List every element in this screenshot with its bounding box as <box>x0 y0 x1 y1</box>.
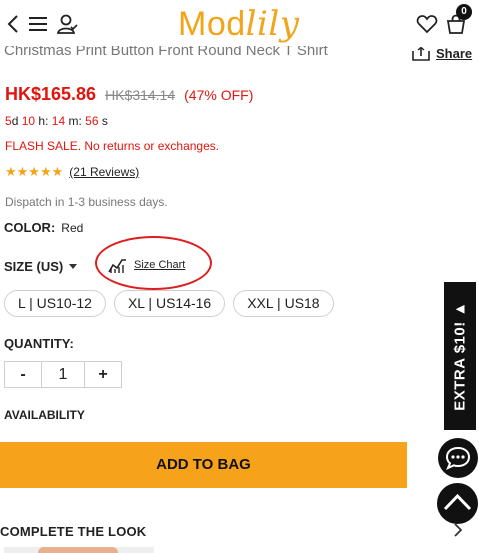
flash-sale-note: FLASH SALE. No returns or exchanges. <box>5 139 220 153</box>
complete-the-look-heading: COMPLETE THE LOOK <box>0 524 147 539</box>
sale-countdown: 5d 10 h: 14 m: 56 s <box>5 114 108 128</box>
logo-text-part1: Mod <box>178 5 246 43</box>
size-options: L | US10-12 XL | US14-16 XXL | US18 <box>4 290 334 317</box>
dispatch-info: Dispatch in 1-3 business days. <box>5 195 168 209</box>
color-value: Red <box>61 221 84 235</box>
quantity-stepper: - 1 + <box>4 361 122 388</box>
quantity-label: QUANTITY: <box>4 336 74 351</box>
qty-decrease-button[interactable]: - <box>4 361 42 388</box>
color-row: COLOR: Red <box>4 220 83 235</box>
brand-logo[interactable]: Modlily <box>178 4 299 44</box>
share-button[interactable]: Share <box>412 46 472 61</box>
account-icon[interactable] <box>55 12 79 36</box>
cart-count-badge: 0 <box>456 4 472 20</box>
countdown-days-unit: d <box>11 114 19 128</box>
color-label: COLOR: <box>4 220 56 235</box>
chevron-right-icon[interactable] <box>452 522 464 538</box>
reviews-link[interactable]: (21 Reviews) <box>69 165 139 179</box>
look-thumbnail[interactable] <box>4 547 154 553</box>
menu-icon[interactable] <box>26 12 50 36</box>
chat-button[interactable] <box>438 438 478 478</box>
size-chart-label: Size Chart <box>134 259 186 271</box>
size-option-l[interactable]: L | US10-12 <box>4 290 106 317</box>
top-header: Modlily 0 <box>0 0 479 46</box>
countdown-hours: 10 <box>21 114 36 128</box>
heart-icon[interactable] <box>415 12 439 36</box>
countdown-seconds: 56 <box>85 114 99 128</box>
logo-text-part2: lily <box>245 4 300 44</box>
back-to-top-button[interactable] <box>437 483 478 524</box>
size-selector[interactable]: SIZE (US) <box>4 259 78 274</box>
chevron-up-icon <box>443 493 472 511</box>
qty-value[interactable]: 1 <box>42 361 84 388</box>
thumbnail-image <box>38 547 118 553</box>
rating-row[interactable]: ★★★★★ (21 Reviews) <box>5 164 139 180</box>
extra-discount-label: EXTRA $10! ▲ <box>451 301 469 411</box>
size-option-xl[interactable]: XL | US14-16 <box>113 290 226 317</box>
size-option-xxl[interactable]: XXL | US18 <box>233 290 334 317</box>
countdown-minutes: 14 <box>51 114 66 128</box>
countdown-days: 5 <box>5 114 12 128</box>
qty-increase-button[interactable]: + <box>84 361 122 388</box>
countdown-seconds-unit: s <box>101 114 108 128</box>
size-chart-icon <box>108 259 126 273</box>
size-chart-link[interactable]: Size Chart <box>108 256 185 274</box>
caret-down-icon <box>69 264 78 269</box>
chat-icon <box>445 446 471 471</box>
original-price: HK$314.14 <box>105 87 176 103</box>
share-label: Share <box>436 46 473 61</box>
back-icon[interactable] <box>2 12 26 36</box>
countdown-hours-unit: h: <box>38 114 49 128</box>
price-row: HK$165.86 HK$314.14 (47% OFF) <box>5 84 253 105</box>
star-rating: ★★★★★ <box>5 164 64 179</box>
sale-price: HK$165.86 <box>5 84 97 104</box>
extra-discount-tab[interactable]: EXTRA $10! ▲ <box>444 282 476 430</box>
countdown-minutes-unit: m: <box>68 114 82 128</box>
availability-label: AVAILABILITY <box>4 408 85 422</box>
share-icon <box>412 46 430 61</box>
size-label: SIZE (US) <box>4 259 64 274</box>
discount-percent: (47% OFF) <box>184 87 254 103</box>
add-to-bag-button[interactable]: ADD TO BAG <box>0 442 407 488</box>
